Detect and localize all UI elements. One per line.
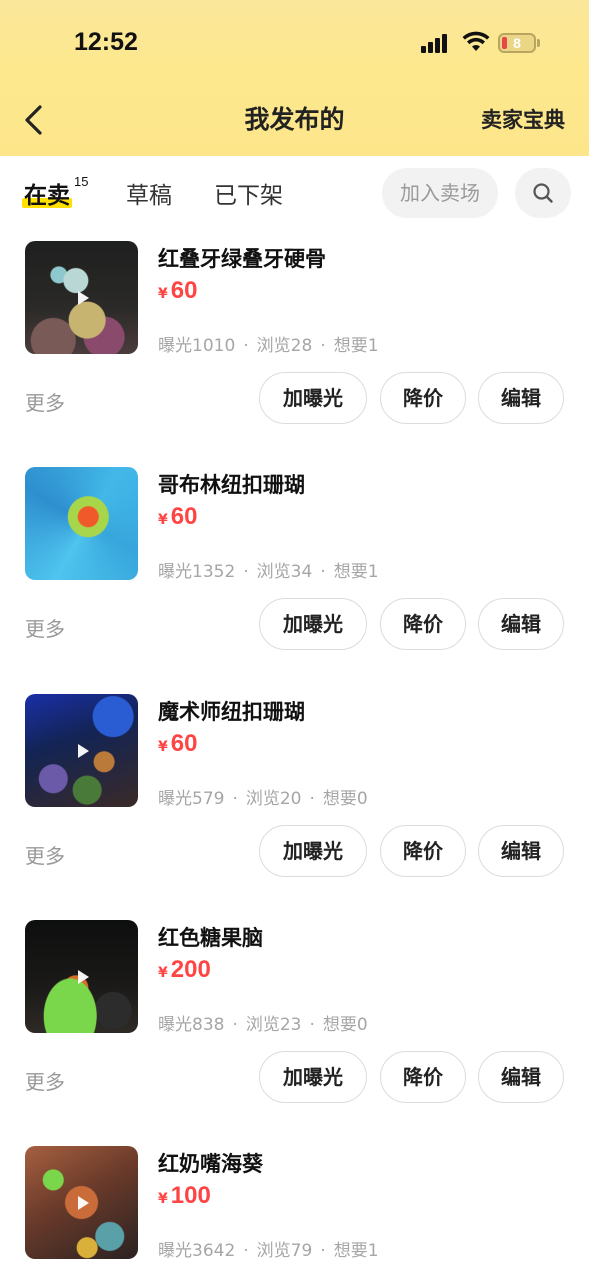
separator-dot: ·: [309, 789, 315, 809]
price-value: 60: [170, 730, 198, 757]
separator-dot: ·: [243, 1241, 249, 1261]
reduce-price-button[interactable]: 降价: [380, 1051, 466, 1103]
battery-tip: [537, 39, 540, 47]
currency-symbol: ¥: [158, 512, 168, 528]
price-value: 200: [170, 956, 211, 983]
exposure-count: 曝光1352: [158, 562, 236, 582]
more-link[interactable]: 更多: [25, 613, 65, 642]
listing-stats: 曝光838 · 浏览23 · 想要0: [158, 1010, 368, 1035]
boost-exposure-button[interactable]: 加曝光: [259, 1051, 367, 1103]
play-icon: [77, 743, 89, 758]
status-bar: 12:52 8: [0, 0, 589, 88]
play-icon: [77, 290, 89, 305]
price-value: 60: [170, 277, 198, 304]
separator-dot: ·: [320, 562, 326, 582]
views-count: 浏览23: [245, 1015, 302, 1035]
play-icon: [77, 1195, 89, 1210]
listing-item[interactable]: 红奶嘴海葵 ¥100 曝光3642 · 浏览79 · 想要1: [0, 1146, 589, 1278]
exposure-count: 曝光838: [158, 1015, 225, 1035]
listing-thumbnail[interactable]: [25, 467, 138, 580]
views-count: 浏览28: [256, 336, 313, 356]
listing-thumbnail[interactable]: [25, 1146, 138, 1259]
currency-symbol: ¥: [158, 286, 168, 302]
views-count: 浏览20: [245, 789, 302, 809]
price-value: 60: [170, 503, 198, 530]
listing-title: 红色糖果脑: [158, 926, 263, 950]
listing-price: ¥200: [158, 956, 211, 984]
wants-count: 想要1: [333, 336, 379, 356]
listing-stats: 曝光3642 · 浏览79 · 想要1: [158, 1236, 379, 1261]
battery-icon: 8: [498, 33, 536, 53]
listing-stats: 曝光1352 · 浏览34 · 想要1: [158, 557, 379, 582]
exposure-count: 曝光3642: [158, 1241, 236, 1261]
battery-level: 8: [513, 35, 521, 51]
boost-exposure-button[interactable]: 加曝光: [259, 372, 367, 424]
listing-item[interactable]: 红色糖果脑 ¥200 曝光838 · 浏览23 · 想要0 更多 加曝光 降价 编辑: [0, 920, 589, 1146]
cellular-signal-icon: [421, 33, 453, 53]
views-count: 浏览34: [256, 562, 313, 582]
wifi-icon: [462, 31, 490, 51]
reduce-price-button[interactable]: 降价: [380, 598, 466, 650]
edit-button[interactable]: 编辑: [478, 598, 564, 650]
wants-count: 想要0: [322, 1015, 368, 1035]
price-value: 100: [170, 1182, 211, 1209]
listing-item[interactable]: 红叠牙绿叠牙硬骨 ¥60 曝光1010 · 浏览28 · 想要1 更多 加曝光 降价 编…: [0, 241, 589, 467]
reduce-price-button[interactable]: 降价: [380, 825, 466, 877]
exposure-count: 曝光579: [158, 789, 225, 809]
wants-count: 想要1: [333, 1241, 379, 1261]
tab-drafts[interactable]: 草稿: [126, 176, 172, 210]
status-time: 12:52: [74, 28, 138, 56]
tab-label: 在卖: [24, 183, 70, 209]
separator-dot: ·: [320, 1241, 326, 1261]
listing-thumbnail[interactable]: [25, 241, 138, 354]
currency-symbol: ¥: [158, 1191, 168, 1207]
separator-dot: ·: [309, 1015, 315, 1035]
listing-title: 红奶嘴海葵: [158, 1152, 263, 1176]
more-link[interactable]: 更多: [25, 387, 65, 416]
play-icon: [77, 969, 89, 984]
listing-stats: 曝光1010 · 浏览28 · 想要1: [158, 331, 379, 356]
listing-thumbnail[interactable]: [25, 694, 138, 807]
listing-thumbnail[interactable]: [25, 920, 138, 1033]
tab-on-sale[interactable]: 在卖: [22, 176, 72, 210]
listing-price: ¥60: [158, 730, 197, 758]
separator-dot: ·: [232, 789, 238, 809]
listing-title: 红叠牙绿叠牙硬骨: [158, 247, 326, 271]
listing-title: 哥布林纽扣珊瑚: [158, 473, 305, 497]
separator-dot: ·: [232, 1015, 238, 1035]
header-background: 12:52 8 我发布的 卖家宝典: [0, 0, 589, 156]
more-link[interactable]: 更多: [25, 840, 65, 869]
tab-delisted[interactable]: 已下架: [214, 176, 283, 210]
tab-count-badge: 15: [74, 174, 89, 189]
boost-exposure-button[interactable]: 加曝光: [259, 825, 367, 877]
edit-button[interactable]: 编辑: [478, 372, 564, 424]
tab-bar: 在卖 15 草稿 已下架 加入卖场: [0, 156, 589, 230]
reduce-price-button[interactable]: 降价: [380, 372, 466, 424]
edit-button[interactable]: 编辑: [478, 1051, 564, 1103]
exposure-count: 曝光1010: [158, 336, 236, 356]
more-link[interactable]: 更多: [25, 1066, 65, 1095]
listing-price: ¥60: [158, 503, 197, 531]
separator-dot: ·: [243, 336, 249, 356]
currency-symbol: ¥: [158, 739, 168, 755]
navigation-bar: 我发布的 卖家宝典: [0, 88, 589, 154]
separator-dot: ·: [243, 562, 249, 582]
search-button[interactable]: [515, 168, 571, 218]
seller-guide-link[interactable]: 卖家宝典: [481, 88, 565, 154]
listing-price: ¥60: [158, 277, 197, 305]
edit-button[interactable]: 编辑: [478, 825, 564, 877]
listing-item[interactable]: 魔术师纽扣珊瑚 ¥60 曝光579 · 浏览20 · 想要0 更多 加曝光 降价 编辑: [0, 694, 589, 920]
wants-count: 想要1: [333, 562, 379, 582]
listing-stats: 曝光579 · 浏览20 · 想要0: [158, 784, 368, 809]
currency-symbol: ¥: [158, 965, 168, 981]
listing-item[interactable]: 哥布林纽扣珊瑚 ¥60 曝光1352 · 浏览34 · 想要1 更多 加曝光 降价 编辑: [0, 467, 589, 693]
search-icon: [533, 183, 553, 203]
boost-exposure-button[interactable]: 加曝光: [259, 598, 367, 650]
wants-count: 想要0: [322, 789, 368, 809]
join-market-button[interactable]: 加入卖场: [382, 168, 498, 218]
listing-title: 魔术师纽扣珊瑚: [158, 700, 305, 724]
listing-price: ¥100: [158, 1182, 211, 1210]
separator-dot: ·: [320, 336, 326, 356]
views-count: 浏览79: [256, 1241, 313, 1261]
